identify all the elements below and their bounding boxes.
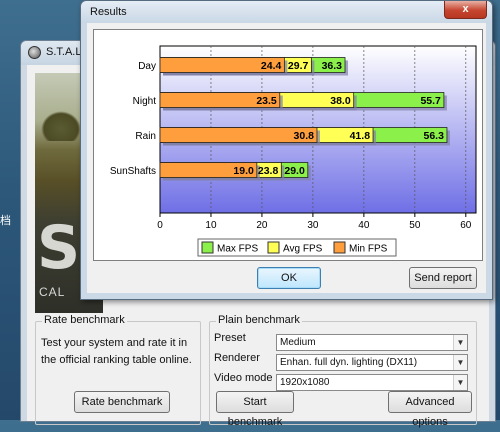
plain-benchmark-title: Plain benchmark <box>216 314 302 326</box>
rate-benchmark-title: Rate benchmark <box>42 314 127 326</box>
video-mode-label: Video mode <box>214 372 273 384</box>
data-label: 29.0 <box>284 165 305 177</box>
ok-button[interactable]: OK <box>257 267 321 289</box>
data-label: 55.7 <box>420 95 441 107</box>
data-label: 23.5 <box>256 95 277 107</box>
results-body: 0 10 20 30 40 50 60 Day 24.4 29.7 36.3 Night 23.5 38.… <box>87 23 486 293</box>
video-mode-select[interactable]: 1920x1080 ▼ <box>276 374 468 391</box>
data-label: 38.0 <box>330 95 351 107</box>
legend-swatch <box>267 241 280 254</box>
x-tick-label: 40 <box>358 220 370 231</box>
preset-value: Medium <box>280 337 316 348</box>
chevron-down-icon[interactable]: ▼ <box>453 375 467 390</box>
x-tick-label: 50 <box>409 220 421 231</box>
renderer-select[interactable]: Enhan. full dyn. lighting (DX11) ▼ <box>276 354 468 371</box>
app-icon <box>28 46 41 59</box>
x-tick-label: 20 <box>256 220 268 231</box>
category-label: Night <box>133 96 157 107</box>
results-chart: 0 10 20 30 40 50 60 Day 24.4 29.7 36.3 Night 23.5 38.… <box>93 29 483 261</box>
advanced-options-button[interactable]: Advanced options <box>388 391 472 428</box>
preset-label: Preset <box>214 332 246 344</box>
x-tick-label: 60 <box>460 220 472 231</box>
results-window-title: Results <box>90 6 127 18</box>
data-label: 24.4 <box>261 60 282 72</box>
renderer-value: Enhan. full dyn. lighting (DX11) <box>280 357 418 368</box>
artwork-tree <box>41 111 81 141</box>
chevron-down-icon[interactable]: ▼ <box>453 335 467 350</box>
legend-swatch <box>333 241 346 254</box>
main-window-title: S.T.A.L. <box>46 46 85 58</box>
x-tick-label: 10 <box>205 220 217 231</box>
data-label: 29.7 <box>288 60 309 72</box>
send-report-button[interactable]: Send report <box>409 267 477 289</box>
data-label: 30.8 <box>294 130 315 142</box>
results-chart-svg: 0 10 20 30 40 50 60 Day 24.4 29.7 36.3 Night 23.5 38.… <box>110 45 477 257</box>
results-title-bar[interactable]: Results x <box>81 1 492 23</box>
chevron-down-icon[interactable]: ▼ <box>453 355 467 370</box>
rate-benchmark-group: Rate benchmark Test your system and rate… <box>35 314 201 425</box>
preset-select[interactable]: Medium ▼ <box>276 334 468 351</box>
video-mode-value: 1920x1080 <box>280 377 330 388</box>
x-tick-label: 0 <box>157 220 163 231</box>
renderer-label: Renderer <box>214 352 260 364</box>
legend-label: Max FPS <box>217 244 258 255</box>
legend-label: Min FPS <box>349 244 388 255</box>
rate-benchmark-description: Test your system and rate it in the offi… <box>41 337 192 366</box>
category-label: SunShafts <box>110 166 156 177</box>
data-label: 36.3 <box>322 60 343 72</box>
close-icon[interactable]: x <box>444 1 487 19</box>
plain-benchmark-group: Plain benchmark Preset Medium ▼ Renderer… <box>209 314 477 428</box>
x-tick-label: 30 <box>307 220 319 231</box>
desktop-glyph: 档 <box>0 215 11 227</box>
results-window: Results x 0 10 20 30 40 50 60 Day 24.4 29.7 36.3 Ni… <box>80 0 493 300</box>
start-benchmark-button[interactable]: Start benchmark <box>216 391 294 428</box>
legend-label: Avg FPS <box>283 244 323 255</box>
data-label: 23.8 <box>258 165 279 177</box>
category-label: Day <box>138 61 156 72</box>
rate-benchmark-button[interactable]: Rate benchmark <box>74 391 170 413</box>
legend-swatch <box>201 241 214 254</box>
category-label: Rain <box>135 131 156 142</box>
data-label: 19.0 <box>233 165 254 177</box>
data-label: 56.3 <box>424 130 445 142</box>
game-logo-subtitle: CAL <box>39 285 66 299</box>
data-label: 41.8 <box>350 130 371 142</box>
